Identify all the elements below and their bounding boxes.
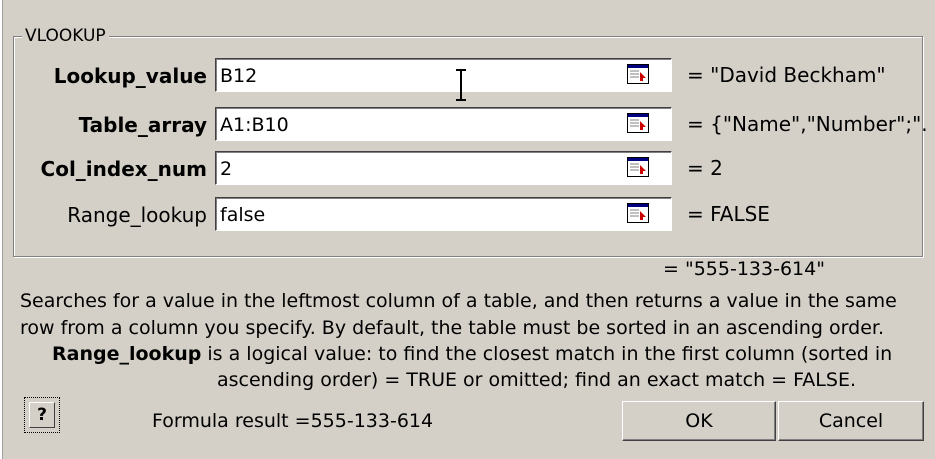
col-index-num-input[interactable]: 2 [215, 151, 672, 185]
collapse-dialog-icon[interactable] [627, 113, 649, 133]
arg-row-range-lookup: Range_lookup false = FALSE [20, 197, 920, 233]
formula-value-result: = "555-133-614" [663, 258, 825, 280]
lookup-value-input[interactable]: B12 [215, 58, 672, 92]
function-description-line-1: Searches for a value in the leftmost col… [20, 290, 897, 312]
function-name-label: VLOOKUP [22, 27, 109, 45]
arg-row-table-array: Table_array A1:B10 = {"Name","Number";". [20, 107, 928, 143]
table-array-input[interactable]: A1:B10 [215, 107, 672, 141]
collapse-dialog-icon[interactable] [627, 203, 649, 223]
arg-description-line-2: ascending order) = TRUE or omitted; find… [217, 369, 856, 391]
dialog-edge-shadow [2, 0, 3, 459]
arg-description-text: is a logical value: to find the closest … [201, 343, 893, 365]
arg-result-range-lookup: = FALSE [687, 202, 770, 226]
function-arguments-dialog: VLOOKUP Lookup_value B12 = "David Beckha… [0, 0, 935, 459]
formula-result-text: Formula result =555-133-614 [152, 410, 434, 432]
ok-button[interactable]: OK [622, 401, 776, 441]
arg-label-table-array: Table_array [78, 113, 207, 137]
text-cursor-icon [456, 69, 466, 101]
arg-label-range-lookup: Range_lookup [67, 203, 207, 227]
collapse-dialog-icon[interactable] [627, 157, 649, 177]
arg-result-table-array: = {"Name","Number";". [687, 112, 928, 136]
range-lookup-input[interactable]: false [215, 197, 672, 231]
function-description-line-2: row from a column you specify. By defaul… [20, 317, 884, 339]
arg-row-lookup-value: Lookup_value B12 = "David Beckham" [20, 58, 920, 94]
arg-label-col-index-num: Col_index_num [40, 157, 207, 181]
arg-description-name: Range_lookup [52, 343, 202, 365]
help-icon: ? [29, 402, 55, 428]
arg-description: Range_lookup is a logical value: to find… [52, 342, 892, 366]
help-button[interactable]: ? [24, 397, 60, 433]
arg-label-lookup-value: Lookup_value [53, 64, 207, 88]
cancel-button[interactable]: Cancel [778, 401, 924, 441]
arg-result-col-index-num: = 2 [687, 156, 723, 180]
arg-row-col-index-num: Col_index_num 2 = 2 [20, 151, 920, 187]
arg-result-lookup-value: = "David Beckham" [687, 63, 886, 87]
collapse-dialog-icon[interactable] [627, 64, 649, 84]
